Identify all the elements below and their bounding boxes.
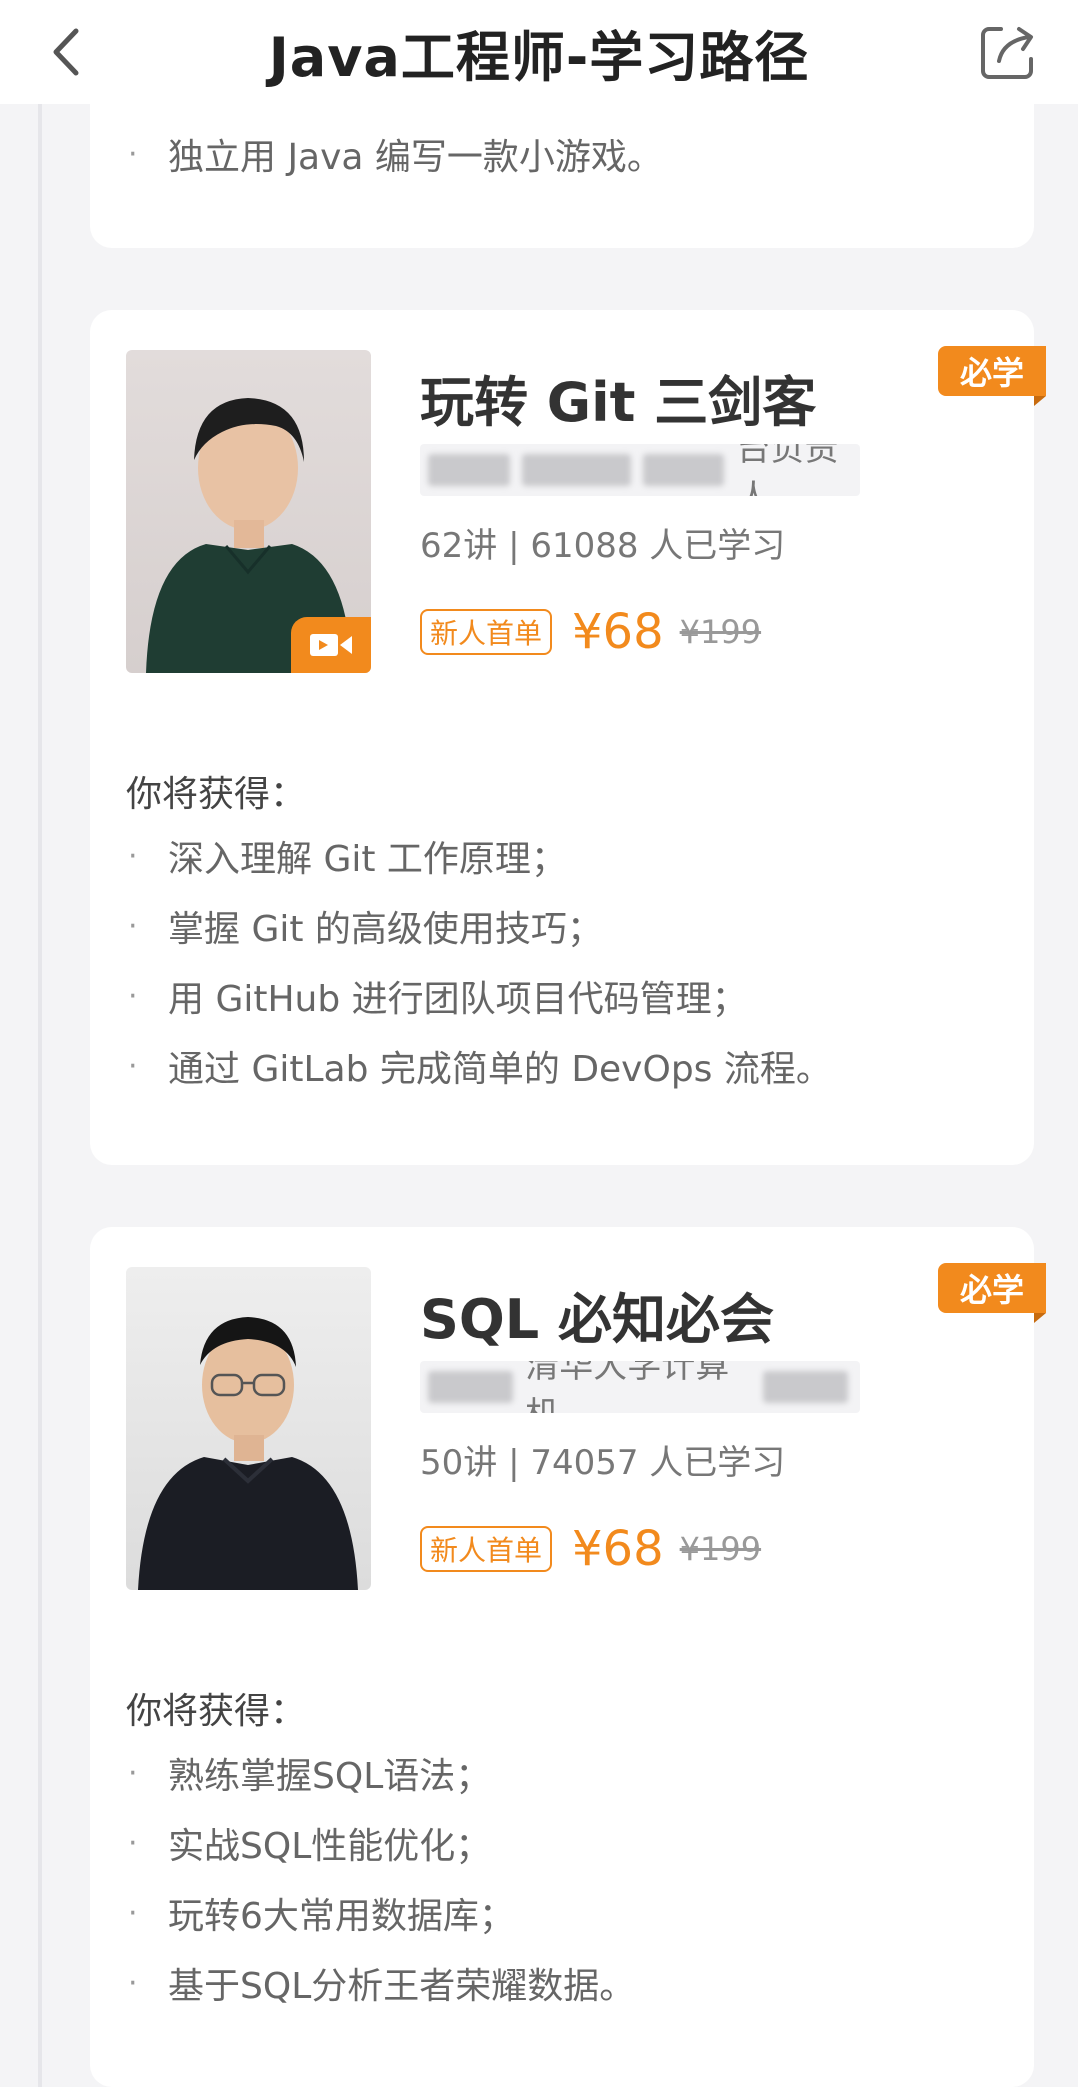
gain-item: · 基于SQL分析王者荣耀数据。 [128, 1965, 636, 2008]
back-button[interactable] [36, 22, 96, 82]
gain-item: · 深入理解 Git 工作原理； [128, 838, 567, 881]
gain-item: · 掌握 Git 的高级使用技巧； [128, 908, 603, 951]
share-button[interactable] [974, 18, 1042, 86]
redacted-block [642, 454, 725, 486]
current-price: ¥68 [572, 604, 664, 660]
chevron-left-icon [53, 28, 79, 76]
price-row: 新人首单 ¥68 ¥199 [420, 604, 762, 660]
redacted-block [428, 454, 510, 486]
gain-item: · 实战SQL性能优化； [128, 1825, 492, 1868]
redacted-block [762, 1371, 848, 1403]
course-cover-image[interactable] [126, 350, 371, 673]
top-bar: Java工程师-学习路径 [0, 0, 1078, 104]
course-title[interactable]: SQL 必知必会 [420, 1275, 774, 1354]
gain-item: · 用 GitHub 进行团队项目代码管理； [128, 978, 748, 1021]
bullet-dot: · [128, 978, 138, 1014]
instructor-photo [138, 1317, 358, 1590]
gain-item: · 通过 GitLab 完成简单的 DevOps 流程。 [128, 1048, 832, 1091]
bullet-dot: · [128, 1048, 138, 1084]
required-badge: 必学 [938, 346, 1046, 406]
gain-item: · 玩转6大常用数据库； [128, 1895, 515, 1938]
author-text: 清华大学计算机 [525, 1361, 730, 1413]
bullet-dot: · [128, 1895, 138, 1931]
course-card-git[interactable]: 玩转 Git 三剑客 必学 台负责人 62讲 | 61088 人已学习 新人首单… [90, 310, 1046, 1165]
gain-title: 你将获得： [126, 774, 307, 815]
video-badge [291, 617, 371, 673]
redacted-block [521, 454, 631, 486]
new-user-tag: 新人首单 [420, 1526, 553, 1572]
course-title[interactable]: 玩转 Git 三剑客 [420, 358, 816, 437]
gain-item: · 熟练掌握SQL语法； [128, 1755, 492, 1798]
new-user-tag: 新人首单 [420, 609, 553, 655]
gain-title: 你将获得： [126, 1691, 307, 1732]
redacted-block [428, 1371, 514, 1403]
video-camera-icon [310, 634, 352, 656]
original-price: ¥199 [679, 1530, 762, 1568]
gain-item: · 独立用 Java 编写一款小游戏。 [128, 136, 663, 179]
original-price: ¥199 [679, 613, 762, 651]
course-card-sql[interactable]: SQL 必知必会 必学 清华大学计算机 50讲 | 74057 人已学习 新人首… [90, 1227, 1046, 2087]
course-stats: 62讲 | 61088 人已学习 [420, 526, 786, 566]
bullet-dot: · [128, 908, 138, 944]
price-row: 新人首单 ¥68 ¥199 [420, 1521, 762, 1577]
current-price: ¥68 [572, 1521, 664, 1577]
bullet-dot: · [128, 1755, 138, 1791]
author-text: 台负责人 [736, 444, 839, 496]
timeline-rail [38, 104, 42, 2087]
share-icon [981, 27, 1033, 79]
course-stats: 50讲 | 74057 人已学习 [420, 1443, 786, 1483]
bullet-dot: · [128, 1825, 138, 1861]
author-line: 清华大学计算机 [420, 1361, 860, 1413]
required-badge: 必学 [938, 1263, 1046, 1323]
author-line: 台负责人 [420, 444, 860, 496]
bullet-dot: · [128, 136, 138, 172]
bullet-dot: · [128, 838, 138, 874]
course-cover-image[interactable] [126, 1267, 371, 1590]
bullet-dot: · [128, 1965, 138, 2001]
page-title: Java工程师-学习路径 [268, 25, 810, 89]
